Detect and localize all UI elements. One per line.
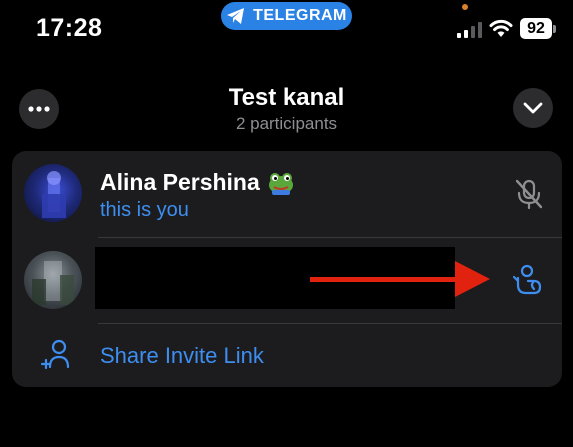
participant-row[interactable] xyxy=(12,237,562,323)
participant-name-text: Alina Pershina xyxy=(100,169,260,195)
privacy-indicator-dot xyxy=(462,4,468,10)
participant-name: Alina Pershina xyxy=(100,169,294,196)
participants-list: Alina Pershina this is you Share Invite … xyxy=(12,151,562,387)
avatar xyxy=(24,251,82,309)
add-person-icon xyxy=(40,339,70,370)
avatar-photo xyxy=(42,171,66,218)
wifi-icon xyxy=(489,19,513,37)
status-time: 17:28 xyxy=(36,14,103,42)
avatar xyxy=(24,164,82,222)
battery-nub xyxy=(553,25,556,33)
share-invite-link-row[interactable]: Share Invite Link xyxy=(12,323,562,387)
share-invite-link-label: Share Invite Link xyxy=(100,343,264,368)
battery-level: 92 xyxy=(520,18,552,39)
telegram-pill-label: TELEGRAM xyxy=(253,7,347,24)
minimize-call-button[interactable] xyxy=(513,88,553,128)
raise-hand-icon[interactable] xyxy=(512,263,546,297)
annotation-arrow-head xyxy=(455,261,490,297)
chevron-down-icon xyxy=(523,102,543,114)
call-title: Test kanal xyxy=(228,84,345,111)
frog-emoji-icon xyxy=(268,172,293,195)
avatar-photo xyxy=(32,261,74,305)
cellular-signal-icon xyxy=(457,22,482,38)
participant-status: this is you xyxy=(100,199,189,221)
telegram-return-pill[interactable]: TELEGRAM xyxy=(221,2,352,30)
group-call-screen: 17:28 TELEGRAM 92 Test kanal 2 participa… xyxy=(0,0,573,447)
participants-count: 2 participants xyxy=(235,114,338,133)
microphone-muted-icon[interactable] xyxy=(512,177,546,211)
participant-row[interactable]: Alina Pershina this is you xyxy=(12,151,562,237)
annotation-arrow-line xyxy=(310,277,458,282)
telegram-paper-plane-icon xyxy=(227,8,245,24)
